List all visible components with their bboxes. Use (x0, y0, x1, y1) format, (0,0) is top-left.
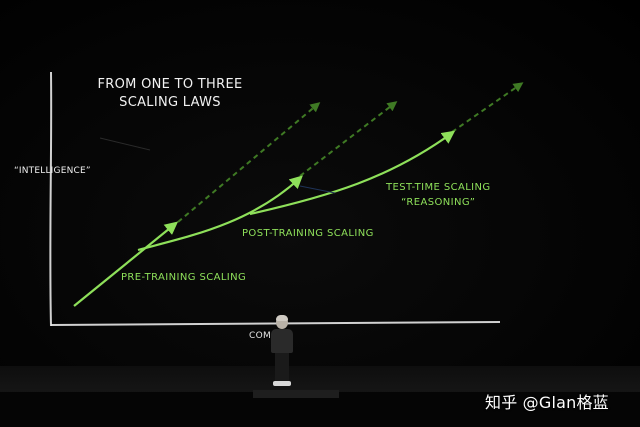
scaling-laws-drawing (49, 71, 524, 327)
test-time-dashed-extension (451, 82, 524, 133)
watermark: 知乎 @Glan格蓝 (485, 393, 609, 412)
pre-training-dashed-extension (177, 102, 321, 223)
test-time-label-line2: “REASONING” (401, 197, 476, 208)
test-time-label-line1: TEST-TIME SCALING (386, 182, 491, 193)
slide-title: FROM ONE TO THREE SCALING LAWS (92, 76, 248, 112)
y-axis (49, 71, 53, 327)
slide-title-line1: FROM ONE TO THREE (97, 77, 243, 92)
pre-training-curve (73, 221, 179, 307)
pre-training-label: PRE-TRAINING SCALING (121, 272, 247, 283)
stage-mark (253, 390, 339, 398)
post-training-curve (137, 175, 303, 252)
slide-title-line2: SCALING LAWS (119, 95, 221, 110)
presenter (268, 315, 296, 390)
post-training-label: POST-TRAINING SCALING (242, 228, 374, 239)
test-time-label: TEST-TIME SCALING “REASONING” (386, 180, 491, 210)
keynote-photo: FROM ONE TO THREE SCALING LAWS “INTELLIG… (0, 0, 640, 427)
y-axis-label: “INTELLIGENCE” (14, 166, 91, 176)
post-training-dashed-extension (299, 101, 398, 177)
